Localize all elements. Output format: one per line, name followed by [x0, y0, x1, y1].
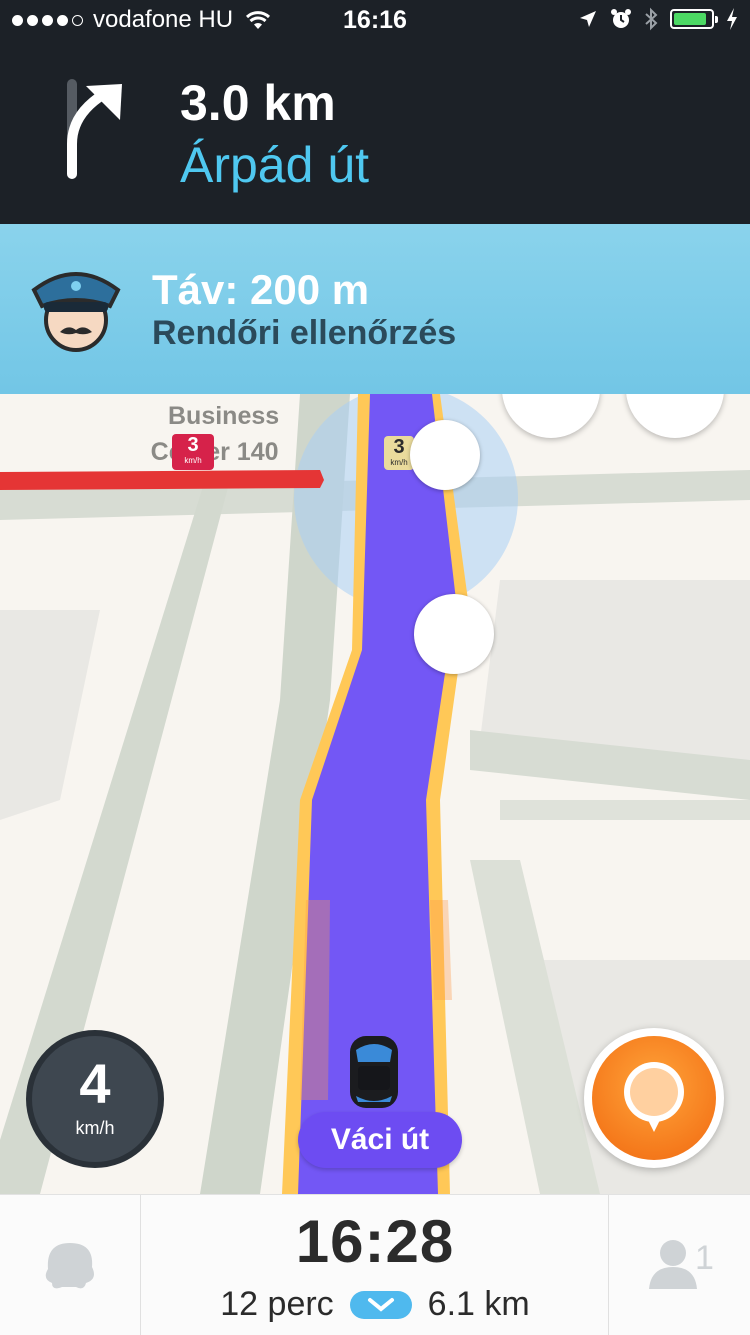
traffic-speed-badge[interactable]: 3 km/h: [172, 434, 214, 470]
bluetooth-icon: [645, 7, 658, 31]
eta-time[interactable]: 16:28: [140, 1207, 610, 1276]
charging-bolt-icon: [727, 8, 737, 30]
alert-type: Rendőri ellenőrzés: [152, 314, 457, 352]
status-bar: vodafone HU 16:16: [0, 0, 750, 40]
report-button-inner: [592, 1036, 716, 1160]
current-speed: 4: [79, 1052, 111, 1115]
police-report-pin[interactable]: [410, 420, 480, 490]
friends-button[interactable]: 1: [609, 1195, 750, 1335]
friend-person-icon: [649, 1240, 697, 1289]
navigation-banner[interactable]: 3.0 km Árpád út: [0, 40, 750, 224]
traffic-speed-unit: km/h: [184, 456, 202, 465]
expand-trip-button[interactable]: [349, 1290, 412, 1319]
police-officer-icon: [31, 272, 121, 352]
chevron-down-icon: [367, 1297, 394, 1312]
traffic-jam-pin[interactable]: [414, 594, 494, 674]
wazer-menu-icon: [45, 1243, 94, 1289]
alert-distance: Táv: 200 m: [152, 266, 370, 313]
report-button[interactable]: [584, 1028, 724, 1168]
friends-count: 1: [695, 1239, 714, 1277]
next-turn-distance: 3.0 km: [180, 75, 336, 131]
poi-label-line1: Business: [168, 402, 280, 430]
my-car-icon: [350, 1036, 398, 1108]
thumbs-up-count: 7: [668, 394, 680, 399]
battery-icon: [670, 9, 718, 29]
bottom-bar: 16:28 12 perc 6.1 km 1: [0, 1194, 750, 1335]
traffic-speed-value: 3: [187, 434, 199, 456]
trip-distance: 6.1 km: [427, 1285, 530, 1323]
trip-duration: 12 perc: [220, 1285, 334, 1323]
turn-right-arrow-icon: [67, 79, 122, 179]
speed-unit: km/h: [75, 1118, 115, 1138]
speedometer: 4 km/h: [26, 1030, 164, 1168]
current-street-label: Váci út: [298, 1112, 462, 1168]
status-right: [578, 7, 738, 31]
menu-button[interactable]: [0, 1195, 140, 1335]
alarm-clock-icon: [611, 9, 631, 28]
location-arrow-icon: [580, 11, 596, 27]
next-turn-street: Árpád út: [180, 137, 370, 193]
report-pin-icon: [624, 1062, 684, 1132]
trip-summary[interactable]: 12 perc 6.1 km: [140, 1285, 610, 1324]
police-alert-banner[interactable]: Táv: 200 m Rendőri ellenőrzés: [0, 224, 750, 394]
poi-label-line2: Center 140: [150, 438, 279, 466]
